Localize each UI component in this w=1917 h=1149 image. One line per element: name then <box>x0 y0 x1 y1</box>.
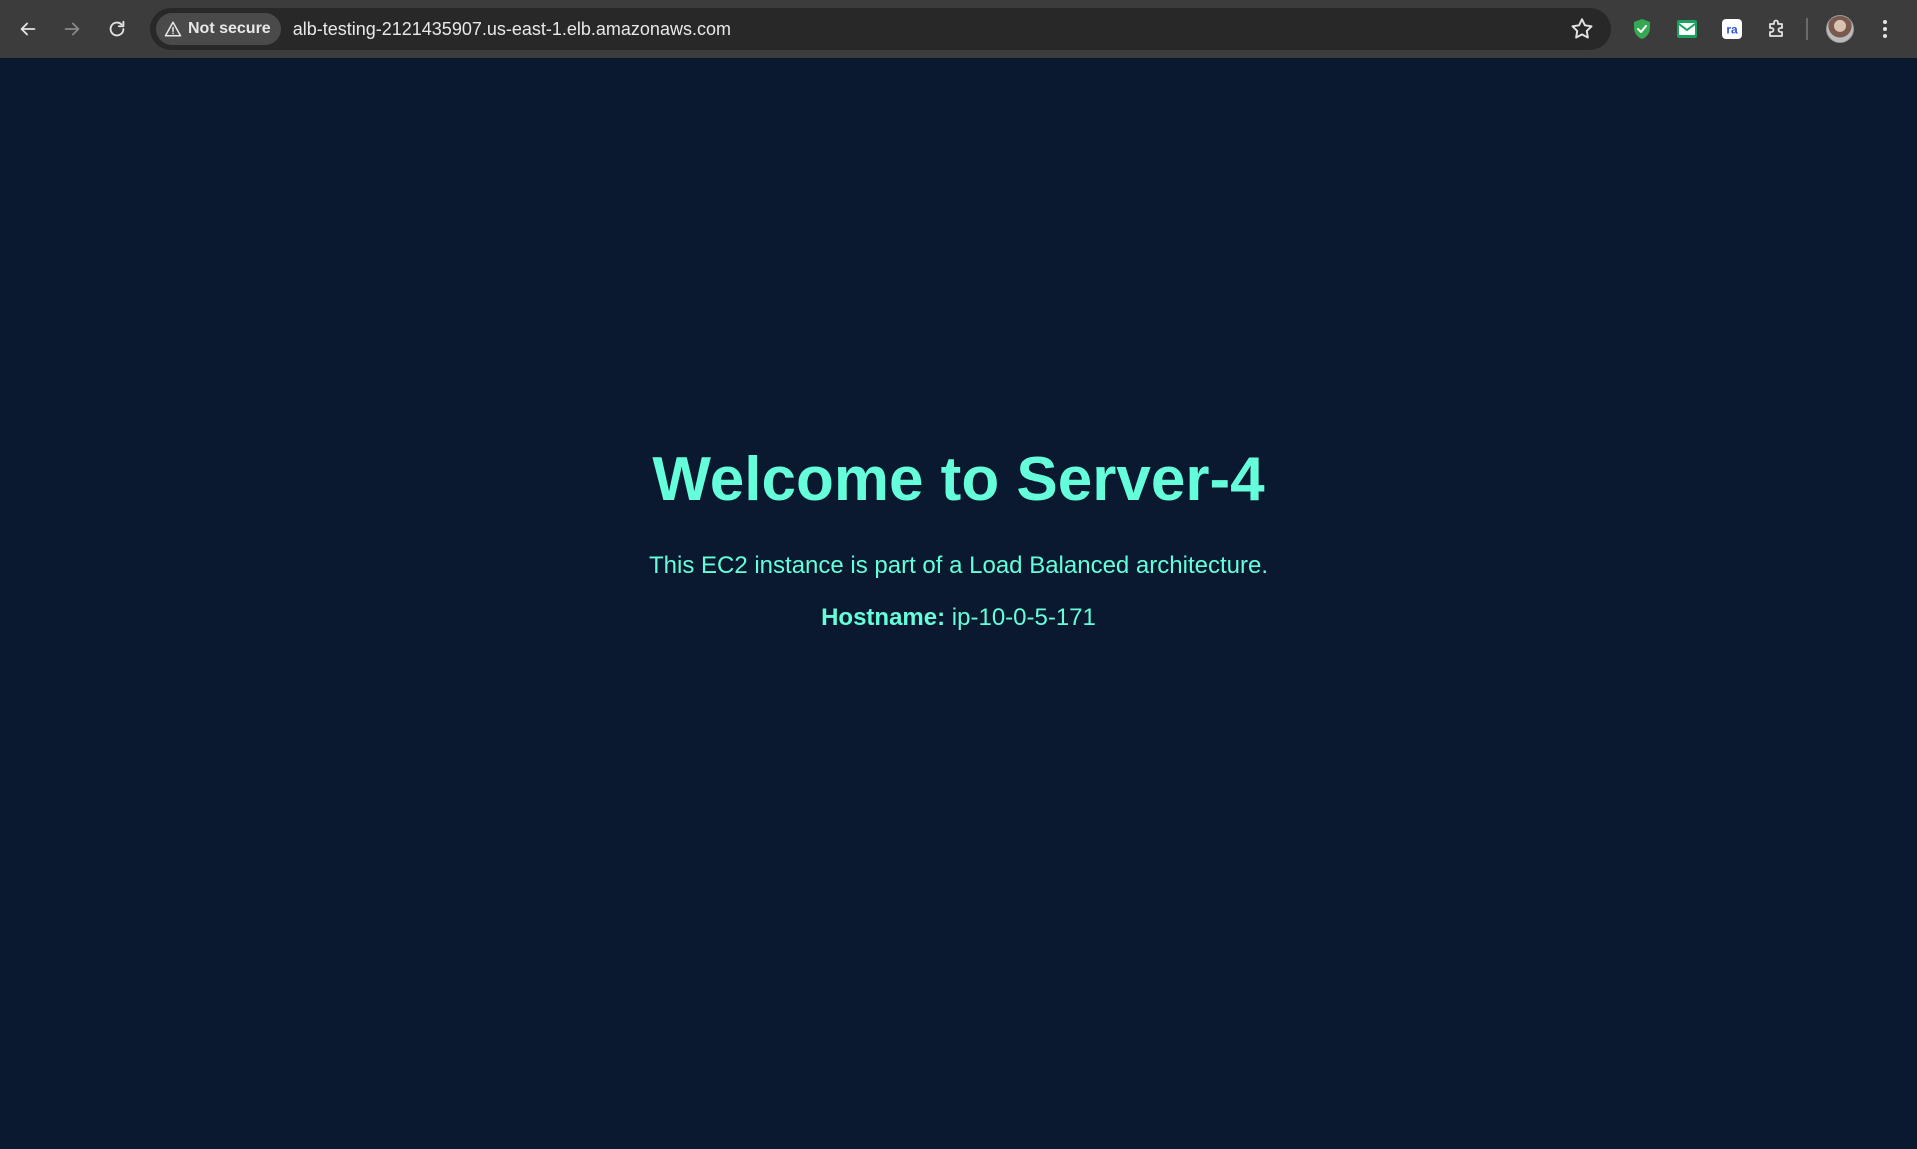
forward-button[interactable] <box>50 7 94 51</box>
extension-ra-button[interactable]: ra <box>1710 7 1754 51</box>
star-icon[interactable] <box>1569 16 1595 42</box>
puzzle-icon <box>1769 19 1783 37</box>
hostname-line: Hostname: ip-10-0-5-171 <box>0 604 1917 632</box>
address-bar[interactable]: Not secure alb-testing-2121435907.us-eas… <box>150 8 1611 50</box>
extensions-menu-button[interactable] <box>1755 7 1799 51</box>
mail-icon <box>1677 20 1697 38</box>
shield-check-icon <box>1634 19 1650 39</box>
avatar <box>1826 15 1854 43</box>
security-label: Not secure <box>188 20 271 37</box>
hostname-value: ip-10-0-5-171 <box>951 604 1096 631</box>
reload-icon <box>109 20 125 37</box>
browser-toolbar: Not secure alb-testing-2121435907.us-eas… <box>0 0 1917 58</box>
page-title: Welcome to Server-4 <box>652 445 1265 514</box>
back-button[interactable] <box>6 7 50 51</box>
forward-arrow-icon <box>64 22 80 36</box>
page-subtitle: This EC2 instance is part of a Load Bala… <box>648 552 1268 579</box>
profile-button[interactable] <box>1818 7 1862 51</box>
extensions-area: ra <box>1620 7 1908 51</box>
security-indicator[interactable]: Not secure <box>156 13 281 45</box>
url-text[interactable]: alb-testing-2121435907.us-east-1.elb.ama… <box>293 19 731 40</box>
extension-mail-button[interactable] <box>1665 7 1709 51</box>
kebab-menu-icon <box>1883 20 1887 38</box>
toolbar-divider <box>1806 18 1808 40</box>
hostname-label: Hostname: <box>821 604 946 631</box>
page-content: Welcome to Server-4 This EC2 instance is… <box>0 58 1917 1149</box>
reload-button[interactable] <box>95 7 139 51</box>
browser-menu-button[interactable] <box>1863 7 1907 51</box>
warning-triangle-icon <box>164 21 182 37</box>
ra-icon: ra <box>1722 19 1742 39</box>
back-arrow-icon <box>20 22 36 36</box>
extension-shield-button[interactable] <box>1620 7 1664 51</box>
ra-label: ra <box>1726 23 1738 37</box>
